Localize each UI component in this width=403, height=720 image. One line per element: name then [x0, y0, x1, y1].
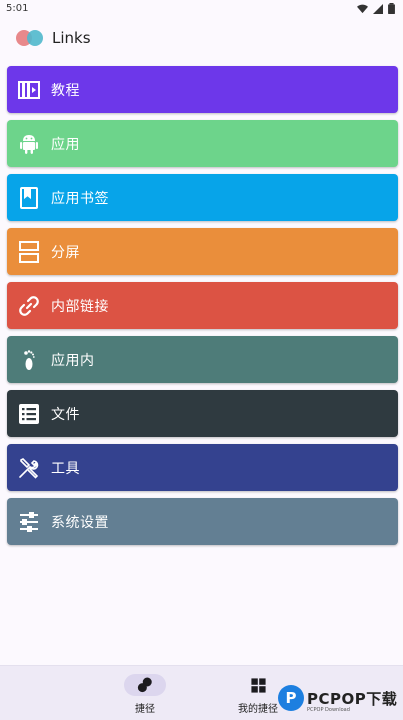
menu-item-label: 应用书签	[51, 190, 109, 207]
menu-item-files[interactable]: 文件	[7, 390, 398, 437]
menu-item-app-bookmarks[interactable]: 应用书签	[7, 174, 398, 221]
watermark-text: PCPOP下载	[307, 689, 398, 708]
signal-icon	[373, 3, 383, 14]
menu-item-tutorial[interactable]: 教程	[7, 66, 398, 113]
menu-item-tools[interactable]: 工具	[7, 444, 398, 491]
menu-item-label: 系统设置	[51, 514, 109, 531]
bookmark-book-icon	[7, 186, 51, 210]
menu-item-label: 教程	[51, 82, 80, 99]
app-title: Links	[52, 29, 91, 47]
footprint-icon	[7, 348, 51, 372]
android-icon	[7, 132, 51, 156]
menu-item-apps[interactable]: 应用	[7, 120, 398, 167]
book-video-icon	[7, 78, 51, 102]
nav-tab-indicator	[237, 674, 279, 696]
battery-icon	[388, 3, 395, 14]
app-header: Links	[16, 26, 91, 50]
shortcut-category-list: 教程 应用 应用书签 分屏 内部链接 应用内 文件 工具 系统设置	[7, 66, 398, 552]
status-icons	[357, 3, 395, 14]
menu-item-internal-links[interactable]: 内部链接	[7, 282, 398, 329]
menu-item-label: 应用	[51, 136, 80, 153]
menu-item-in-app[interactable]: 应用内	[7, 336, 398, 383]
menu-item-label: 内部链接	[51, 298, 109, 315]
menu-item-label: 应用内	[51, 352, 95, 369]
nav-tab-shortcuts[interactable]: 捷径	[110, 674, 180, 715]
menu-item-label: 工具	[51, 460, 80, 477]
menu-item-label: 文件	[51, 406, 80, 423]
wifi-icon	[357, 4, 368, 13]
status-time: 5:01	[6, 3, 29, 14]
nav-tab-label: 捷径	[135, 704, 155, 715]
app-logo-icon	[16, 29, 46, 47]
menu-item-split-screen[interactable]: 分屏	[7, 228, 398, 275]
watermark-badge: P	[278, 685, 304, 711]
file-list-icon	[7, 402, 51, 426]
sliders-icon	[7, 510, 51, 534]
status-bar: 5:01	[0, 0, 403, 18]
watermark-subtext: PCPOP Download	[307, 707, 350, 713]
split-screen-icon	[7, 240, 51, 264]
menu-item-label: 分屏	[51, 244, 80, 261]
watermark-logo: P PCPOP下载 PCPOP Download	[278, 683, 397, 713]
tools-icon	[7, 456, 51, 480]
shortcut-dots-icon	[137, 677, 152, 693]
link-icon	[7, 294, 51, 318]
nav-tab-indicator	[124, 674, 166, 696]
grid-icon	[250, 677, 266, 693]
menu-item-system-settings[interactable]: 系统设置	[7, 498, 398, 545]
